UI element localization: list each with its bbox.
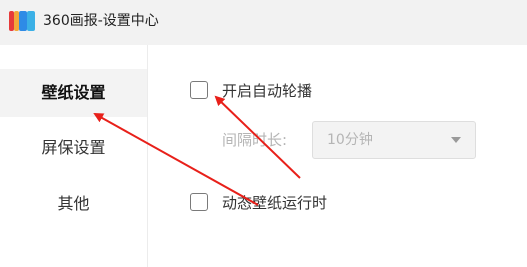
title-bar: 360画报-设置中心 (0, 0, 527, 45)
sidebar-item-label: 壁纸设置 (41, 83, 106, 102)
sidebar-item-screensaver-settings[interactable]: 屏保设置 (0, 124, 147, 172)
app-logo-icon (9, 11, 35, 31)
window-title: 360画报-设置中心 (43, 13, 159, 29)
auto-rotate-label: 开启自动轮播 (222, 82, 313, 100)
dynamic-wallpaper-checkbox[interactable] (190, 193, 208, 211)
interval-select[interactable]: 10分钟 (312, 121, 476, 159)
sidebar: 壁纸设置 屏保设置 其他 (0, 45, 148, 267)
settings-panel: 开启自动轮播 间隔时长: 10分钟 动态壁纸运行时 (148, 45, 527, 267)
auto-rotate-checkbox[interactable] (190, 81, 208, 99)
sidebar-item-other[interactable]: 其他 (0, 180, 147, 228)
chevron-down-icon (451, 137, 461, 143)
dynamic-wallpaper-label: 动态壁纸运行时 (222, 194, 328, 212)
interval-select-value: 10分钟 (327, 132, 373, 148)
interval-label: 间隔时长: (222, 131, 288, 149)
sidebar-item-wallpaper-settings[interactable]: 壁纸设置 (0, 69, 147, 117)
sidebar-item-label: 屏保设置 (41, 138, 106, 157)
sidebar-item-label: 其他 (57, 194, 90, 213)
